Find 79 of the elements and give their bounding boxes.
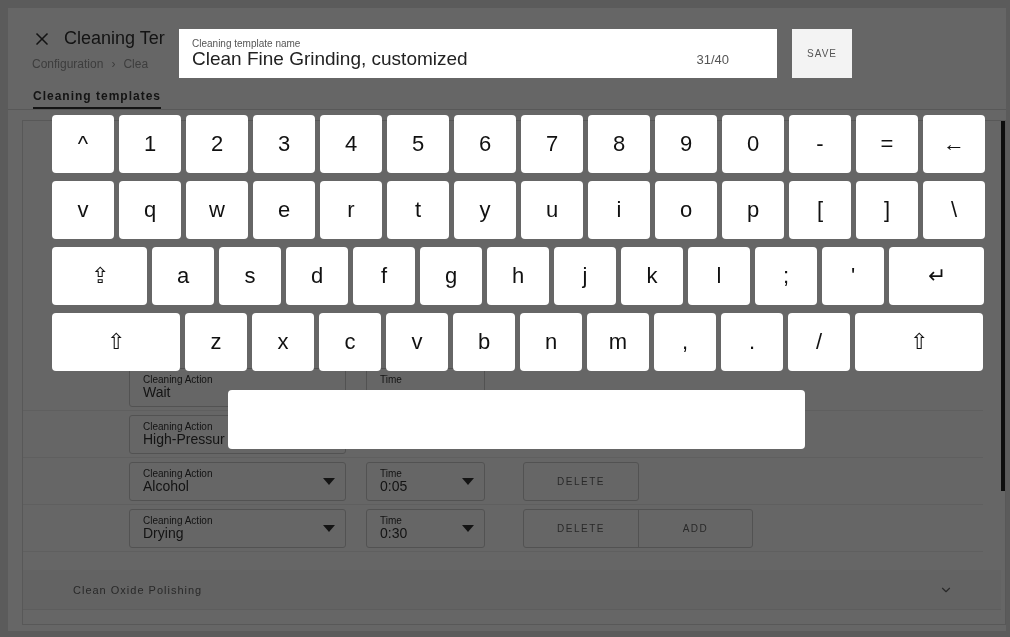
breadcrumb-separator: › — [111, 57, 116, 71]
keyboard-key[interactable]: y — [454, 181, 516, 239]
keyboard-key[interactable]: ; — [755, 247, 817, 305]
keyboard-key[interactable]: j — [554, 247, 616, 305]
keyboard-key[interactable]: ← — [923, 115, 985, 173]
keyboard-key[interactable]: [ — [789, 181, 851, 239]
keyboard-key[interactable]: l — [688, 247, 750, 305]
save-button[interactable]: SAVE — [792, 29, 852, 78]
keyboard-key[interactable]: 7 — [521, 115, 583, 173]
dropdown-caret-icon — [323, 477, 335, 485]
keyboard-key[interactable]: i — [588, 181, 650, 239]
field-label: Time — [380, 514, 402, 526]
keyboard-key[interactable]: q — [119, 181, 181, 239]
field-label: Time — [380, 467, 402, 479]
keyboard-key[interactable]: = — [856, 115, 918, 173]
field-label: Cleaning template name — [192, 38, 301, 49]
keyboard-key[interactable]: ⇧ — [855, 313, 983, 371]
field-label: Cleaning Action — [143, 514, 213, 526]
keyboard-key[interactable]: f — [353, 247, 415, 305]
keyboard-key[interactable]: , — [654, 313, 716, 371]
keyboard-key[interactable]: \ — [923, 181, 985, 239]
field-value: Wait — [143, 384, 171, 400]
keyboard-key[interactable]: w — [186, 181, 248, 239]
dropdown-caret-icon — [462, 524, 474, 532]
field-value: 0:05 — [380, 478, 408, 494]
keyboard-key[interactable]: . — [721, 313, 783, 371]
keyboard-key[interactable]: k — [621, 247, 683, 305]
field-label: Cleaning Action — [143, 420, 213, 432]
keyboard-key[interactable]: a — [152, 247, 214, 305]
keyboard-key[interactable]: 4 — [320, 115, 382, 173]
field-label: Cleaning Action — [143, 373, 213, 385]
keyboard-key[interactable]: o — [655, 181, 717, 239]
keyboard-key[interactable]: ↵ — [889, 247, 984, 305]
keyboard-key[interactable]: d — [286, 247, 348, 305]
keyboard-key[interactable]: n — [520, 313, 582, 371]
keyboard-key[interactable]: ⇧ — [52, 313, 180, 371]
keyboard-key[interactable]: p — [722, 181, 784, 239]
keyboard-key[interactable]: u — [521, 181, 583, 239]
dropdown-caret-icon — [323, 524, 335, 532]
keyboard-key[interactable]: 5 — [387, 115, 449, 173]
keyboard-key[interactable]: 0 — [722, 115, 784, 173]
keyboard-key[interactable]: 8 — [588, 115, 650, 173]
keyboard-key[interactable]: / — [788, 313, 850, 371]
keyboard-key[interactable]: r — [320, 181, 382, 239]
keyboard-key[interactable]: g — [420, 247, 482, 305]
scrollbar-thumb[interactable] — [1001, 121, 1005, 491]
keyboard-key[interactable]: ⇪ — [52, 247, 147, 305]
field-value: Clean Fine Grinding, customized — [192, 49, 468, 69]
keyboard-key[interactable]: v — [386, 313, 448, 371]
keyboard-key[interactable]: b — [453, 313, 515, 371]
character-counter: 31/40 — [696, 52, 729, 67]
keyboard-key[interactable]: ' — [822, 247, 884, 305]
field-value: Drying — [143, 525, 184, 541]
keyboard-key[interactable]: h — [487, 247, 549, 305]
keyboard-key[interactable]: v — [52, 181, 114, 239]
keyboard-key[interactable]: - — [789, 115, 851, 173]
page-title: Cleaning Ter — [64, 28, 165, 49]
field-label: Time — [380, 373, 402, 385]
keyboard-key[interactable]: ^ — [52, 115, 114, 173]
field-value: Alcohol — [143, 478, 189, 494]
keyboard-key[interactable]: 1 — [119, 115, 181, 173]
keyboard-key[interactable]: 2 — [186, 115, 248, 173]
keyboard-key[interactable]: 6 — [454, 115, 516, 173]
keyboard-key[interactable]: e — [253, 181, 315, 239]
keyboard-key[interactable]: c — [319, 313, 381, 371]
dropdown-caret-icon — [462, 477, 474, 485]
field-value: High-Pressur — [143, 431, 225, 447]
section-title: Clean Oxide Polishing — [73, 583, 203, 596]
keyboard-key[interactable]: 3 — [253, 115, 315, 173]
keyboard-key[interactable]: t — [387, 181, 449, 239]
field-label: Cleaning Action — [143, 467, 213, 479]
keyboard-key[interactable]: ] — [856, 181, 918, 239]
keyboard-key[interactable]: z — [185, 313, 247, 371]
keyboard-key[interactable]: m — [587, 313, 649, 371]
keyboard-key[interactable]: x — [252, 313, 314, 371]
field-value: 0:30 — [380, 525, 408, 541]
template-name-field[interactable]: Cleaning template name Clean Fine Grinding, customized 31/40 — [179, 29, 777, 78]
keyboard-key[interactable]: 9 — [655, 115, 717, 173]
keyboard-key[interactable]: s — [219, 247, 281, 305]
